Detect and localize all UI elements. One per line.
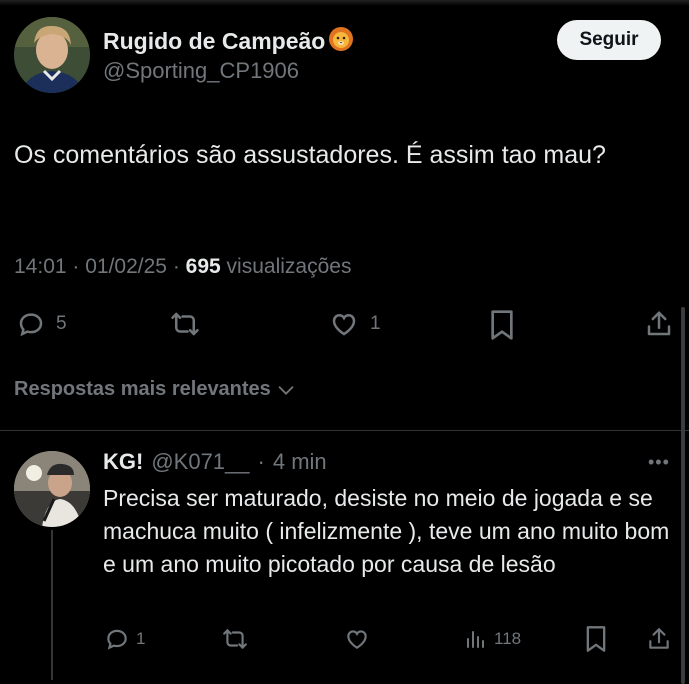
like-icon	[332, 313, 356, 336]
reply-reply-count: 1	[136, 629, 146, 648]
chevron-down-icon	[278, 385, 294, 395]
analytics-icon	[467, 631, 484, 648]
meta-separator: ·	[172, 255, 186, 278]
top-fade	[0, 0, 689, 6]
like-count: 1	[370, 313, 381, 334]
post-date[interactable]: 01/02/25	[85, 255, 167, 278]
sort-replies-dropdown[interactable]: Respostas mais relevantes	[14, 378, 297, 401]
retweet-button[interactable]	[168, 309, 202, 339]
divider	[0, 430, 689, 431]
views-label: visualizações	[226, 255, 352, 278]
scrollbar[interactable]	[681, 307, 685, 684]
reply-views-button[interactable]: 118	[464, 626, 521, 652]
bookmark-button[interactable]	[488, 309, 516, 341]
reply-views-count: 118	[494, 629, 522, 648]
bookmark-icon	[491, 310, 513, 340]
retweet-icon	[223, 629, 247, 649]
bookmark-icon	[586, 626, 606, 652]
meta-separator: ·	[72, 255, 86, 278]
lion-emoji-icon	[327, 24, 355, 58]
like-icon	[347, 630, 367, 649]
post-time[interactable]: 14:01	[14, 255, 67, 278]
reply-icon	[107, 629, 127, 650]
author-name-text[interactable]: Rugido de Campeão	[103, 28, 325, 55]
reply-count: 5	[56, 313, 67, 334]
reply-header: KG! @K071__ · 4 min	[103, 449, 327, 475]
reply-text: Precisa ser maturado, desiste no meio de…	[103, 485, 670, 577]
sort-label: Respostas mais relevantes	[14, 378, 271, 400]
views-count: 695	[185, 255, 221, 278]
thread-line	[51, 530, 53, 680]
reply-like-button[interactable]	[343, 626, 371, 652]
reply-avatar[interactable]	[14, 451, 90, 527]
reply-bookmark-button[interactable]	[584, 625, 608, 653]
author-handle[interactable]: @Sporting_CP1906	[103, 58, 299, 84]
reply-author-name[interactable]: KG!	[103, 449, 143, 475]
reply-icon	[19, 313, 43, 337]
more-options-icon[interactable]: •••	[648, 452, 670, 473]
reply-author-handle[interactable]: @K071__	[151, 449, 249, 475]
share-icon	[647, 311, 671, 336]
author-avatar[interactable]	[14, 17, 90, 93]
like-button[interactable]: 1	[328, 309, 381, 339]
reply-retweet-button[interactable]	[220, 626, 250, 652]
reply-reply-button[interactable]: 1	[104, 626, 145, 652]
author-name[interactable]: Rugido de Campeão	[103, 24, 355, 58]
post-meta: 14:01 · 01/02/25 · 695 visualizações	[14, 255, 351, 279]
follow-button[interactable]: Seguir	[557, 20, 661, 60]
reply-button[interactable]: 5	[16, 309, 67, 339]
retweet-icon	[171, 312, 199, 336]
post-text: Os comentários são assustadores. É assim…	[14, 141, 606, 169]
reply-share-button[interactable]	[646, 625, 672, 653]
share-button[interactable]	[644, 308, 674, 340]
share-icon	[649, 628, 669, 649]
reply-time[interactable]: 4 min	[273, 449, 327, 475]
reply-separator: ·	[257, 449, 265, 474]
